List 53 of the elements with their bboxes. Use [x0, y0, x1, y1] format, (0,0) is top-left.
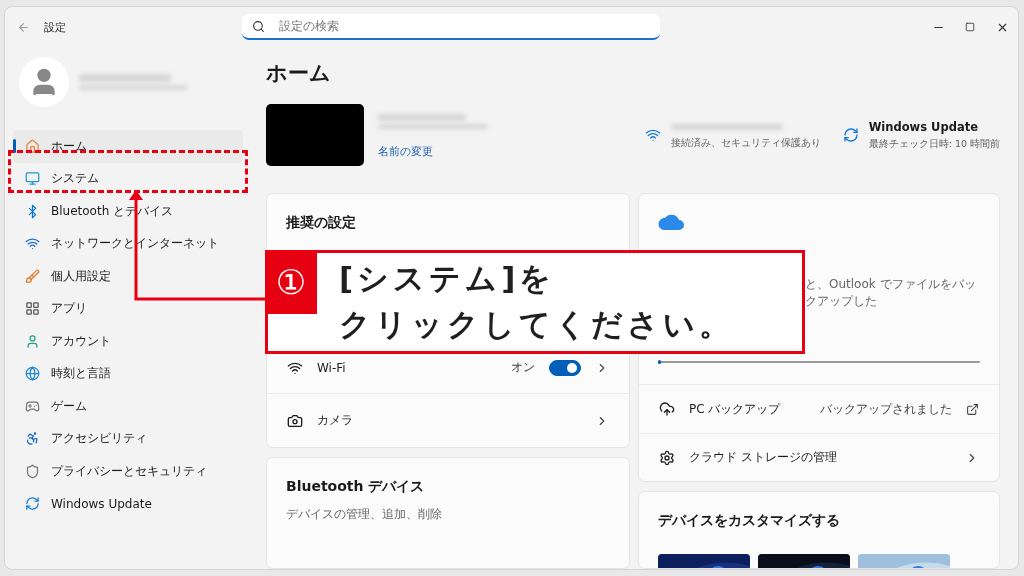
back-icon[interactable] — [17, 20, 30, 34]
search-icon — [252, 19, 265, 33]
card-subtitle: デバイスの管理、追加、削除 — [286, 506, 443, 523]
setting-label: PC バックアップ — [689, 400, 781, 418]
network-icon — [25, 236, 40, 252]
sidebar-item[interactable]: アクセシビリティ — [13, 422, 243, 455]
accessibility-icon — [25, 431, 40, 447]
setting-label: カメラ — [317, 412, 353, 429]
setting-label: Wi-Fi — [317, 360, 346, 375]
card-description: と、Outlook でファイルをバックアップした — [805, 276, 977, 310]
card-title: 推奨の設定 — [286, 214, 357, 232]
page-title: ホーム — [266, 60, 332, 87]
cloud-upload-icon — [659, 401, 675, 417]
window-title: 設定 — [44, 19, 66, 35]
sidebar-item[interactable]: 時刻と言語 — [13, 357, 243, 390]
settings-icon — [659, 449, 675, 466]
sidebar-item[interactable]: プライバシーとセキュリティ — [13, 455, 243, 488]
privacy-icon — [25, 463, 40, 479]
card-title: デバイスをカスタマイズする — [658, 512, 841, 530]
step-number: ① — [265, 250, 317, 314]
card-title: Bluetooth デバイス — [286, 478, 426, 496]
home-icon — [25, 138, 40, 154]
gaming-icon — [25, 398, 40, 414]
setting-label: クラウド ストレージの管理 — [689, 449, 837, 466]
time-icon — [25, 366, 40, 382]
sidebar-item[interactable]: Windows Update — [13, 487, 243, 520]
toggle-switch[interactable] — [549, 359, 581, 376]
sidebar-item[interactable]: ゲーム — [13, 390, 243, 423]
external-link-icon[interactable] — [966, 402, 979, 416]
callout-text: [システム]を クリックしてください。 — [338, 259, 734, 344]
update-status: 最終チェック日時: 10 時間前 — [868, 137, 1000, 151]
update-icon — [842, 127, 859, 143]
sidebar-item[interactable]: アカウント — [13, 325, 243, 358]
backup-status: バックアップされました — [820, 401, 952, 417]
update-title: Windows Update — [868, 119, 979, 134]
system-icon — [25, 171, 40, 187]
camera-icon — [287, 412, 303, 429]
personalization-icon — [25, 268, 40, 284]
maximize-icon[interactable] — [965, 22, 975, 32]
sidebar-item[interactable]: アプリ — [13, 292, 243, 325]
wifi-icon — [644, 127, 661, 143]
cloud-icon — [658, 214, 684, 230]
accounts-icon — [25, 333, 40, 349]
wifi-status: 接続済み、セキュリティ保護あり — [670, 136, 821, 150]
apps-icon — [25, 301, 40, 317]
toggle-state: オン — [511, 360, 535, 375]
sidebar-item[interactable]: システム — [13, 162, 243, 195]
rename-link[interactable]: 名前の変更 — [378, 145, 433, 158]
update-icon — [25, 496, 40, 512]
search-field[interactable]: 設定の検索 — [242, 14, 660, 40]
search-input[interactable]: 設定の検索 — [277, 14, 650, 38]
sidebar-item[interactable]: 個人用設定 — [13, 260, 243, 293]
avatar — [19, 57, 69, 107]
